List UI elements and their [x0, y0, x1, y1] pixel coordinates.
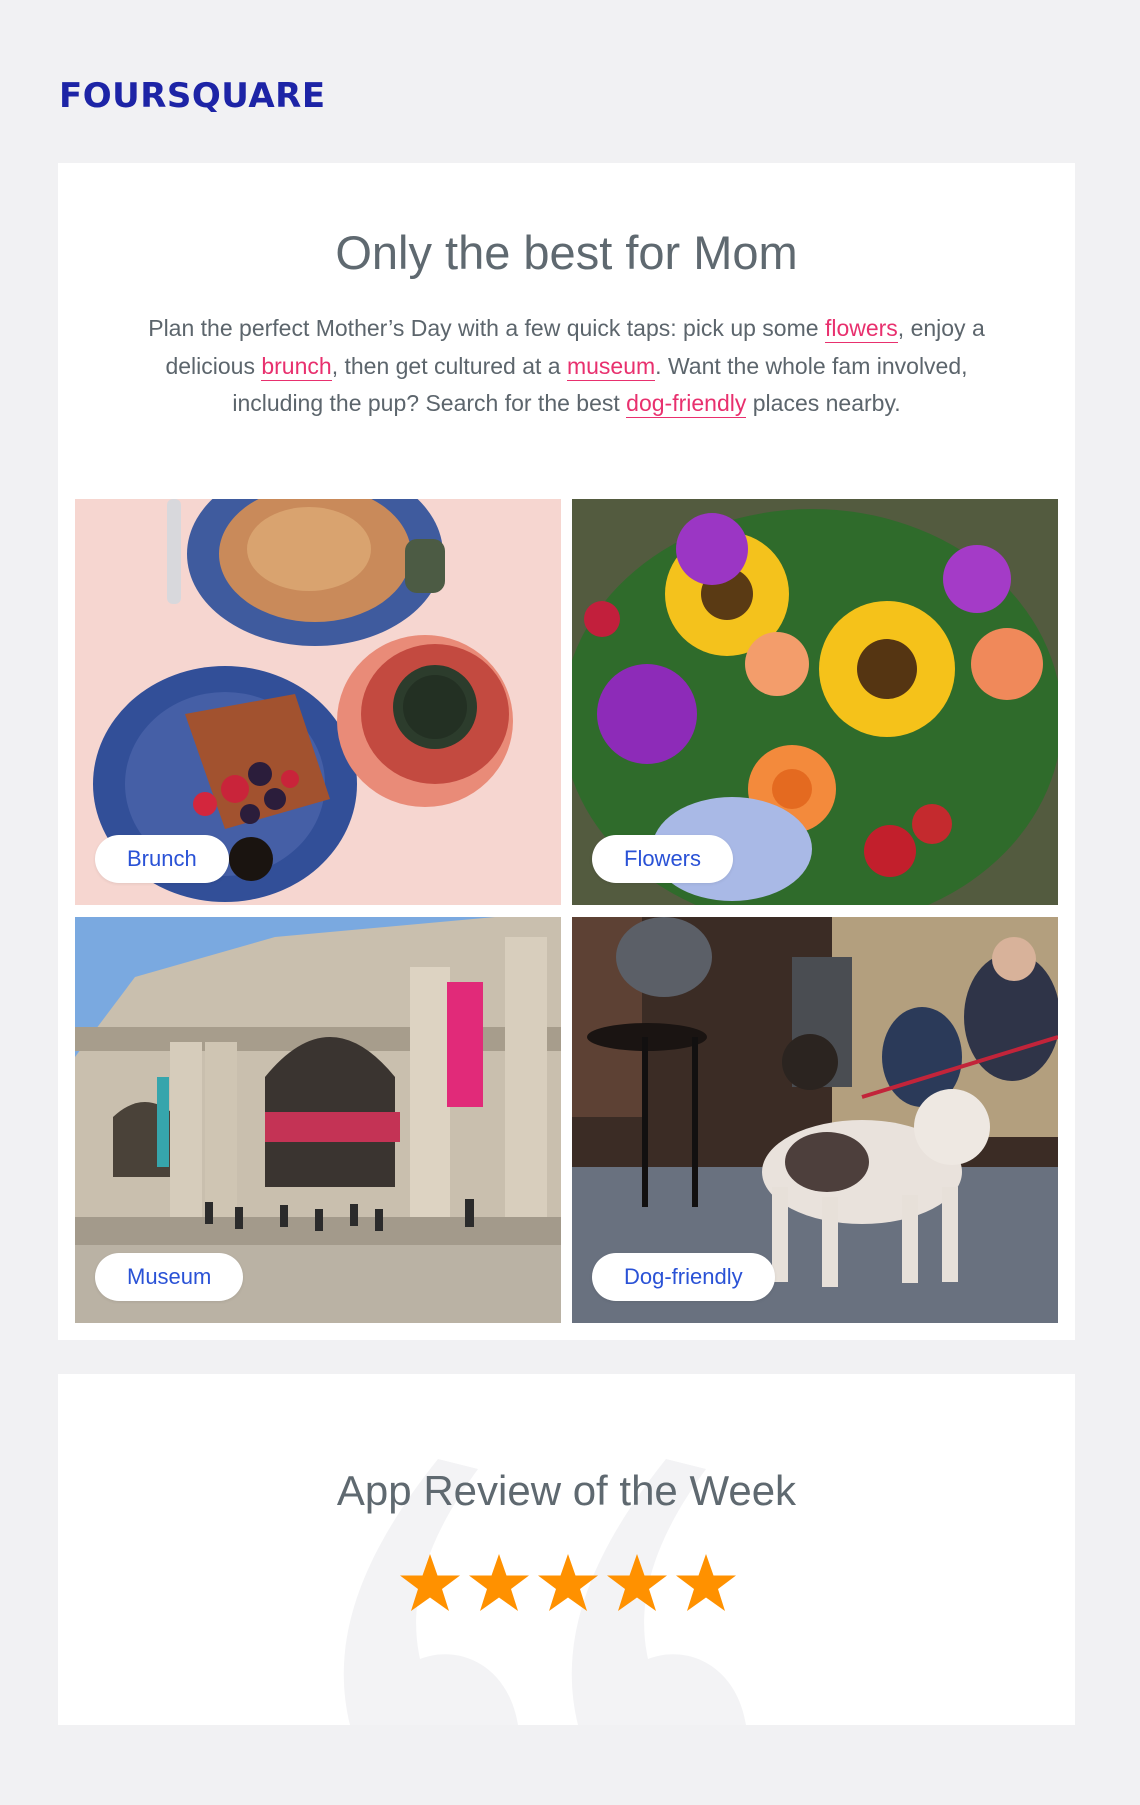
review-rating	[398, 1552, 738, 1618]
flowers-tile[interactable]: Flowers	[572, 499, 1058, 905]
star-icon	[676, 1554, 736, 1611]
foursquare-logo[interactable]: FOURSQUARE	[59, 74, 326, 118]
flowers-link[interactable]: flowers	[824, 315, 898, 343]
hero-intro: Plan the perfect Mother’s Day with a few…	[128, 310, 1005, 423]
intro-text-5: places nearby.	[746, 390, 901, 416]
intro-text-1: Plan the perfect Mother’s Day with a few…	[148, 315, 825, 341]
app-review-card: App Review of the Week	[58, 1374, 1075, 1725]
brunch-tile[interactable]: Brunch	[75, 499, 561, 905]
dog-friendly-label: Dog-friendly	[592, 1253, 775, 1301]
intro-text-3: , then get cultured at a	[331, 352, 567, 379]
brunch-label: Brunch	[95, 835, 229, 883]
flowers-label: Flowers	[592, 835, 734, 883]
museum-label: Museum	[95, 1253, 244, 1301]
museum-tile[interactable]: Museum	[75, 917, 561, 1323]
hero-title: Only the best for Mom	[335, 226, 798, 279]
quote-mark-icon	[343, 1459, 746, 1725]
star-icon	[400, 1554, 460, 1611]
museum-link[interactable]: museum	[566, 352, 656, 381]
brunch-link[interactable]: brunch	[261, 352, 332, 381]
review-title: App Review of the Week	[336, 1467, 797, 1514]
star-icon	[607, 1554, 667, 1611]
star-icon	[469, 1554, 529, 1611]
dog-friendly-link[interactable]: dog-friendly	[626, 390, 747, 418]
mothers-day-card: Only the best for Mom Plan the perfect M…	[58, 163, 1075, 1340]
dog-friendly-tile[interactable]: Dog-friendly	[572, 917, 1058, 1323]
star-icon	[538, 1554, 598, 1611]
